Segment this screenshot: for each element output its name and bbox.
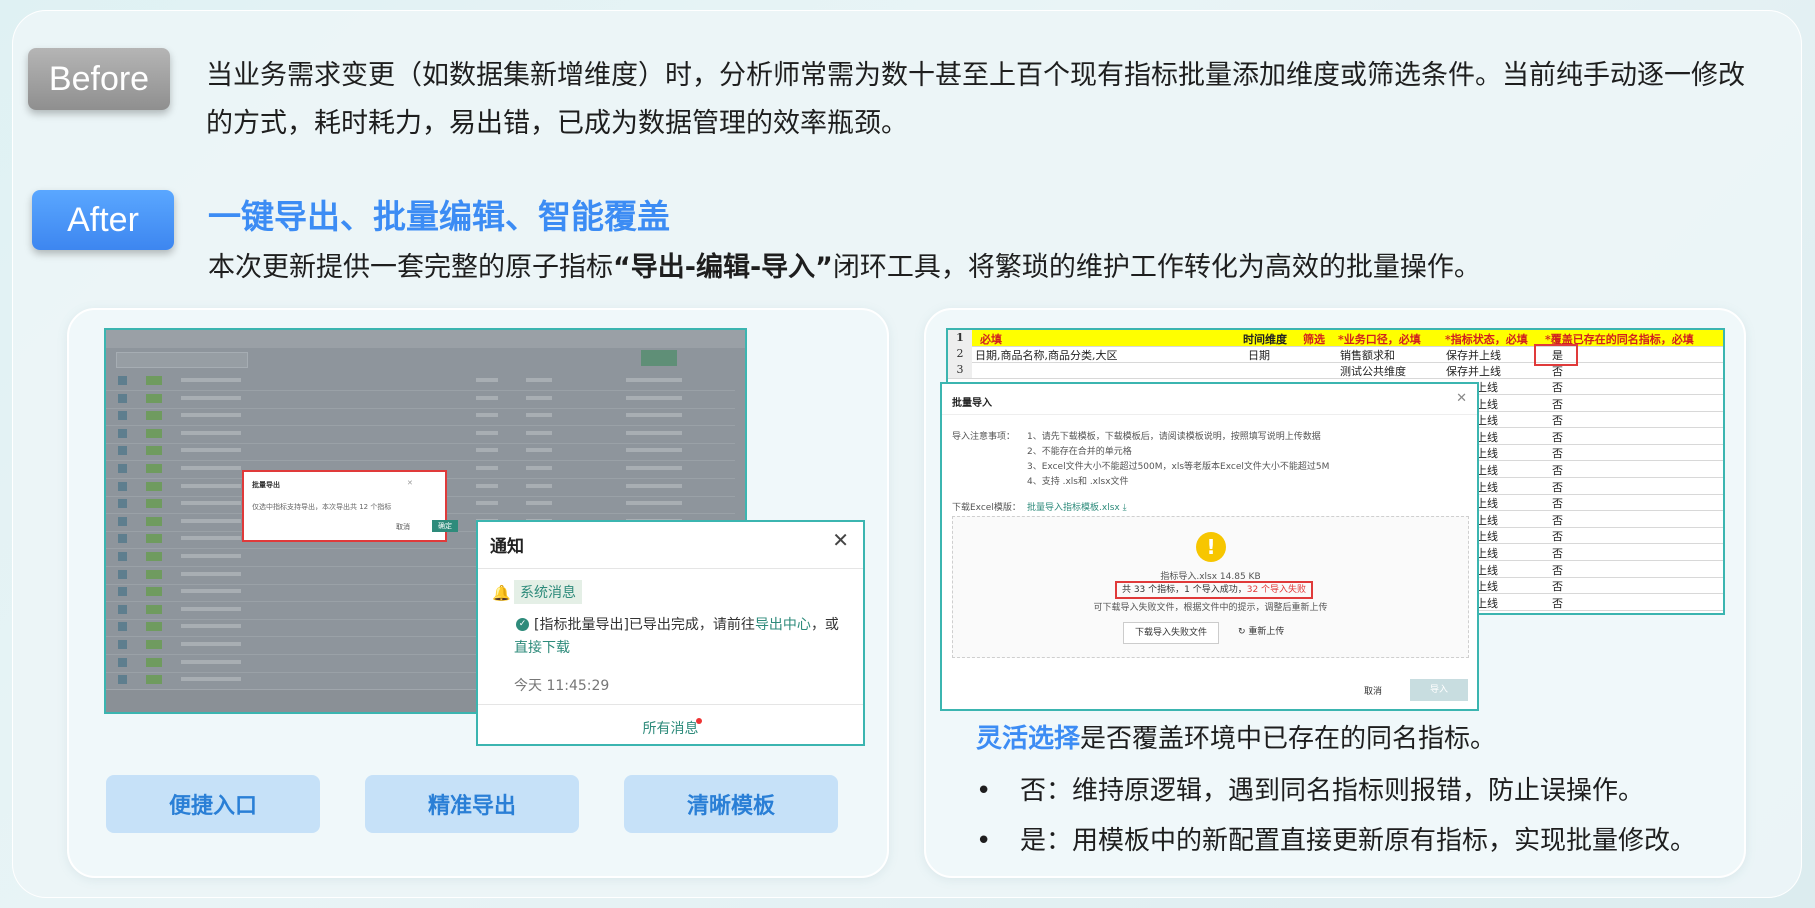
note-item: 2、不能存在合并的单元格	[1027, 447, 1132, 457]
after-title: 一键导出、批量编辑、智能覆盖	[208, 197, 670, 236]
cancel-button[interactable]: 取消	[396, 522, 410, 532]
unread-dot	[696, 718, 702, 724]
reupload-button[interactable]: ↻ 重新上传	[1238, 622, 1284, 642]
note-item: 4、支持 .xls和 .xlsx文件	[1027, 477, 1129, 487]
notes-label: 导入注意事项：	[952, 432, 1016, 442]
bell-icon: 🔔	[492, 584, 511, 602]
import-hint: 可下载导入失败文件，根据文件中的提示，调整后重新上传	[1093, 603, 1328, 613]
bullet-yes: • 是：用模板中的新配置直接更新原有指标，实现批量修改。	[976, 826, 1697, 856]
note-item: 3、Excel文件大小不能超过500M，xls等老版本Excel文件大小不能超过…	[1027, 462, 1330, 472]
new-button[interactable]	[641, 350, 677, 366]
refresh-icon: ↻	[1238, 627, 1246, 637]
direct-download-link[interactable]: 直接下载	[514, 640, 570, 656]
check-circle-icon: ✓	[516, 618, 529, 631]
download-template-label: 下载Excel模版：	[952, 503, 1021, 513]
import-button[interactable]: 导入	[1410, 679, 1468, 701]
table-row	[106, 372, 735, 391]
sheet-row: 3 测试公共维度 保存并上线 否	[948, 362, 1723, 379]
sheet-header-row: 1 必填 时间维度 筛选 *业务口径，必填 *指标状态，必填 *覆盖已存在的同名…	[948, 330, 1723, 347]
sheet-row: 2 日期,商品名称,商品分类,大区 日期 销售额求和 保存并上线 是	[948, 346, 1723, 363]
table-row	[106, 407, 735, 427]
import-result: 共 33 个指标，1 个导入成功，32 个导入失败	[1115, 581, 1313, 599]
close-icon[interactable]: ✕	[832, 528, 849, 552]
dialog-message: 仅选中指标支持导出，本次导出共 12 个指标	[252, 503, 392, 511]
notification-message: [指标批量导出]已导出完成，请前往导出中心，或直接下载	[514, 617, 839, 656]
search-input[interactable]	[116, 352, 248, 368]
download-icon: ⤓	[1122, 503, 1127, 513]
close-icon[interactable]: ✕	[1456, 391, 1467, 406]
note-item: 1、请先下载模板，下载模板后，请阅读模板说明，按照填写说明上传数据	[1027, 432, 1321, 442]
dialog-title: 批量导出	[252, 481, 280, 489]
export-center-link[interactable]: 导出中心	[755, 617, 811, 633]
after-tag: After	[32, 190, 174, 250]
right-lead-text: 灵活选择是否覆盖环境中已存在的同名指标。	[976, 724, 1497, 754]
table-row	[106, 390, 735, 409]
warning-icon: !	[1196, 532, 1226, 562]
batch-export-dialog: 批量导出 ✕ 仅选中指标支持导出，本次导出共 12 个指标 取消 确定	[242, 470, 458, 542]
table-row	[106, 425, 735, 444]
notification-title: 通知	[490, 537, 524, 557]
feature-quick-entry: 便捷入口	[106, 775, 320, 833]
notification-time: 今天 11:45:29	[514, 678, 610, 694]
bullet-no: • 否：维持原逻辑，遇到同名指标则报错，防止误操作。	[976, 776, 1645, 806]
dialog-title: 批量导入	[952, 398, 992, 409]
notification-panel: 通知 ✕ 🔔 系统消息 [指标批量导出]已导出完成，请前往导出中心，或直接下载 …	[476, 520, 865, 746]
confirm-button[interactable]: 确定	[432, 520, 458, 532]
cancel-button[interactable]: 取消	[1364, 684, 1382, 697]
before-tag: Before	[28, 48, 170, 110]
batch-import-dialog: 批量导入 ✕ 导入注意事项： 1、请先下载模板，下载模板后，请阅读模板说明，按照…	[940, 382, 1479, 711]
highlight-box	[1534, 344, 1578, 366]
download-failed-file-button[interactable]: 下载导入失败文件	[1123, 622, 1219, 644]
category-badge: 系统消息	[514, 580, 582, 604]
template-download-link[interactable]: 批量导入指标模板.xlsx ⤓	[1027, 500, 1127, 513]
before-description: 当业务需求变更（如数据集新增维度）时，分析师常需为数十甚至上百个现有指标批量添加…	[206, 60, 1745, 139]
feature-clear-template: 清晰模板	[624, 775, 838, 833]
upload-area[interactable]: ! 指标导入.xlsx 14.85 KB 共 33 个指标，1 个导入成功，32…	[952, 516, 1469, 658]
all-messages-link[interactable]: 所有消息	[478, 718, 863, 738]
after-description: 本次更新提供一套完整的原子指标“导出-编辑-导入”闭环工具，将繁琐的维护工作转化…	[208, 252, 1481, 283]
feature-precise-export: 精准导出	[365, 775, 579, 833]
close-icon[interactable]: ✕	[407, 479, 413, 487]
table-row	[106, 442, 735, 462]
